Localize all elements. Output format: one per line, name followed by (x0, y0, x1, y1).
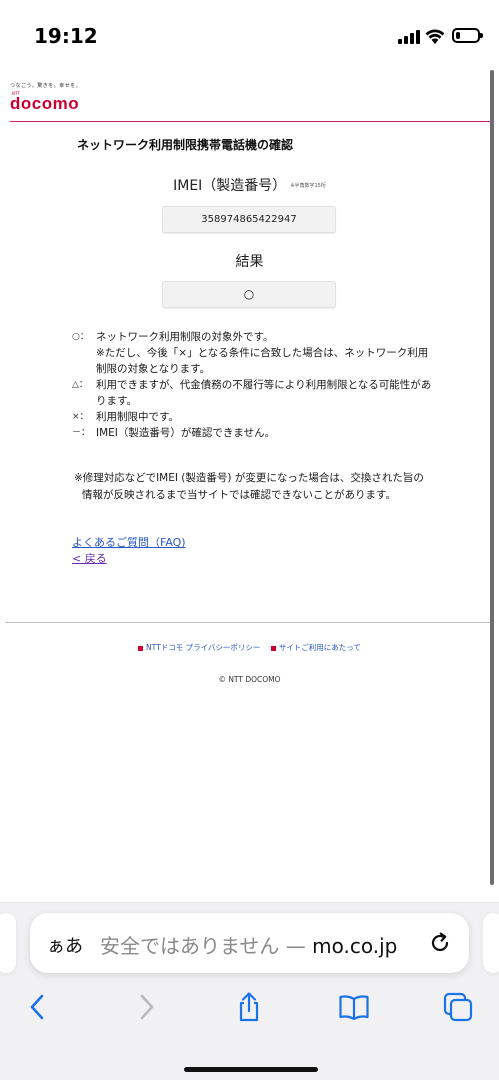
book-icon[interactable] (338, 991, 370, 1023)
legend-mark: ○： (72, 332, 89, 342)
imei-value-field: 358974865422947 (162, 206, 336, 233)
bullet-icon (138, 645, 144, 651)
imei-label: IMEI（製造番号） (173, 178, 287, 194)
bullet-icon (270, 645, 276, 651)
legend-item-warning: △： 利用できますが、代金債務の不履行等により利用制限となる可能性があります。 (72, 377, 432, 409)
address-bar[interactable]: ぁあ 安全ではありません — mo.co.jp (30, 913, 469, 973)
legend-text: ※ただし、今後「×」となる条件に合致した場合は、ネットワーク利用制限の対象となり… (96, 347, 429, 375)
security-warning: 安全ではありません — (100, 934, 313, 958)
address-text[interactable]: 安全ではありません — mo.co.jp (100, 930, 397, 959)
docomo-logo[interactable]: docomo (10, 94, 79, 114)
site-header: つなごう。驚きを。幸せを。 NTT docomo (10, 82, 490, 122)
page-scrollbar[interactable] (490, 70, 494, 885)
browser-toolbar: ぁあ 安全ではありません — mo.co.jp (0, 902, 499, 1080)
footer-links: NTTドコモ プライバシーポリシー サイトご利用にあたって (0, 642, 499, 653)
battery-icon (452, 28, 483, 43)
terms-of-use-link[interactable]: サイトご利用にあたって (270, 643, 361, 652)
page-title: ネットワーク利用制限携帯電話機の確認 (77, 138, 294, 152)
legend-mark: ×： (72, 412, 89, 422)
legend-mark: －： (72, 428, 91, 438)
legend-item-ok: ○： ネットワーク利用制限の対象外です。 (72, 329, 432, 345)
page-settings-button[interactable]: ぁあ (47, 932, 83, 958)
result-value-field: ○ (162, 281, 336, 308)
reload-icon[interactable] (426, 929, 454, 957)
back-link[interactable]: < 戻る (72, 550, 107, 566)
previous-tab-edge[interactable] (0, 913, 16, 973)
result-label: 結果 (235, 254, 264, 270)
battery-level (456, 32, 460, 39)
status-bar: 19:12 (0, 0, 499, 62)
legend-item-restricted: ×： 利用制限中です。 (72, 409, 432, 425)
legend-text: IMEI（製造番号）が確認できません。 (96, 427, 276, 439)
legend-mark: △： (72, 380, 88, 390)
legend-item-unknown: －： IMEI（製造番号）が確認できません。 (72, 425, 432, 441)
faq-link[interactable]: よくあるご質問（FAQ) (72, 534, 186, 550)
logo-tagline: つなごう。驚きを。幸せを。 (10, 83, 82, 89)
status-time: 19:12 (34, 24, 98, 48)
signal-icon (398, 30, 420, 44)
next-tab-edge[interactable] (483, 913, 499, 973)
share-icon[interactable] (233, 991, 265, 1023)
imei-label-row: IMEI（製造番号） ※半角数字15桁 (0, 175, 499, 195)
address-domain: mo.co.jp (312, 934, 398, 958)
web-page: つなごう。驚きを。幸せを。 NTT docomo ネットワーク利用制限携帯電話機… (0, 62, 499, 907)
footer-divider (5, 622, 494, 623)
wifi-icon (425, 29, 445, 44)
footnote: ※修理対応などでIMEI (製造番号) が変更になった場合は、交換された旨の情報… (74, 472, 424, 501)
tabs-icon[interactable] (442, 991, 474, 1023)
legend-text: 利用できますが、代金債務の不履行等により利用制限となる可能性があります。 (96, 379, 432, 407)
chevron-right-icon[interactable] (130, 991, 162, 1023)
legend-item-ok-note: ※ただし、今後「×」となる条件に合致した場合は、ネットワーク利用制限の対象となり… (72, 345, 432, 377)
imei-note: ※半角数字15桁 (290, 183, 326, 189)
chevron-left-icon[interactable] (22, 991, 54, 1023)
result-legend: ○： ネットワーク利用制限の対象外です。 ※ただし、今後「×」となる条件に合致し… (72, 329, 432, 441)
privacy-policy-link[interactable]: NTTドコモ プライバシーポリシー (138, 643, 260, 652)
copyright: © NTT DOCOMO (218, 675, 281, 684)
legend-text: 利用制限中です。 (96, 411, 179, 423)
home-indicator[interactable] (184, 1067, 318, 1072)
legend-text: ネットワーク利用制限の対象外です。 (96, 331, 274, 343)
